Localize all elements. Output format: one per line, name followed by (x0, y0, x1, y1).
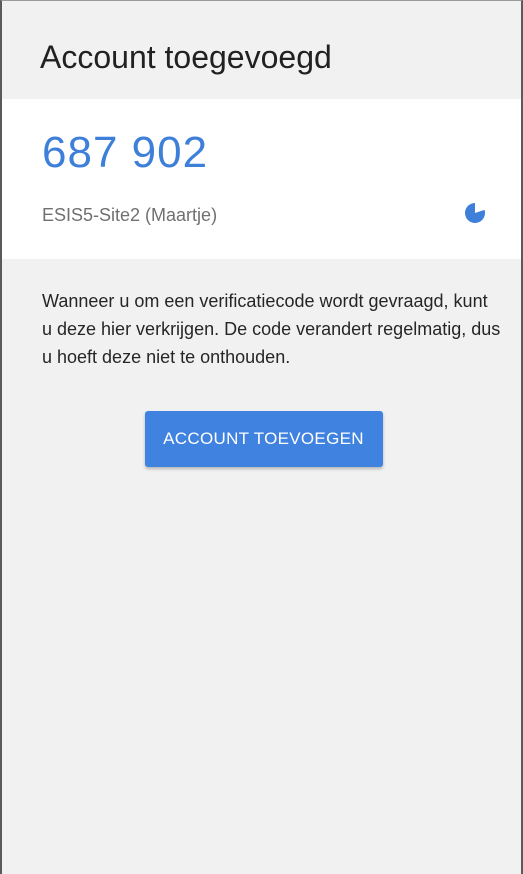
account-code-card[interactable]: 687 902 ESIS5-Site2 (Maartje) (2, 99, 521, 259)
button-container: ACCOUNT TOEVOEGEN (2, 371, 521, 467)
info-text: Wanneer u om een verificatiecode wordt g… (42, 291, 501, 367)
info-section: Wanneer u om een verificatiecode wordt g… (2, 259, 521, 467)
page-title: Account toegevoegd (40, 39, 332, 75)
countdown-timer-icon (465, 203, 486, 223)
account-name: ESIS5-Site2 (Maartje) (42, 205, 218, 225)
app-header: Account toegevoegd (2, 1, 521, 99)
add-account-button[interactable]: ACCOUNT TOEVOEGEN (144, 411, 383, 467)
app-screen: Account toegevoegd 687 902 ESIS5-Site2 (… (0, 0, 523, 874)
verification-code: 687 902 (42, 128, 209, 177)
